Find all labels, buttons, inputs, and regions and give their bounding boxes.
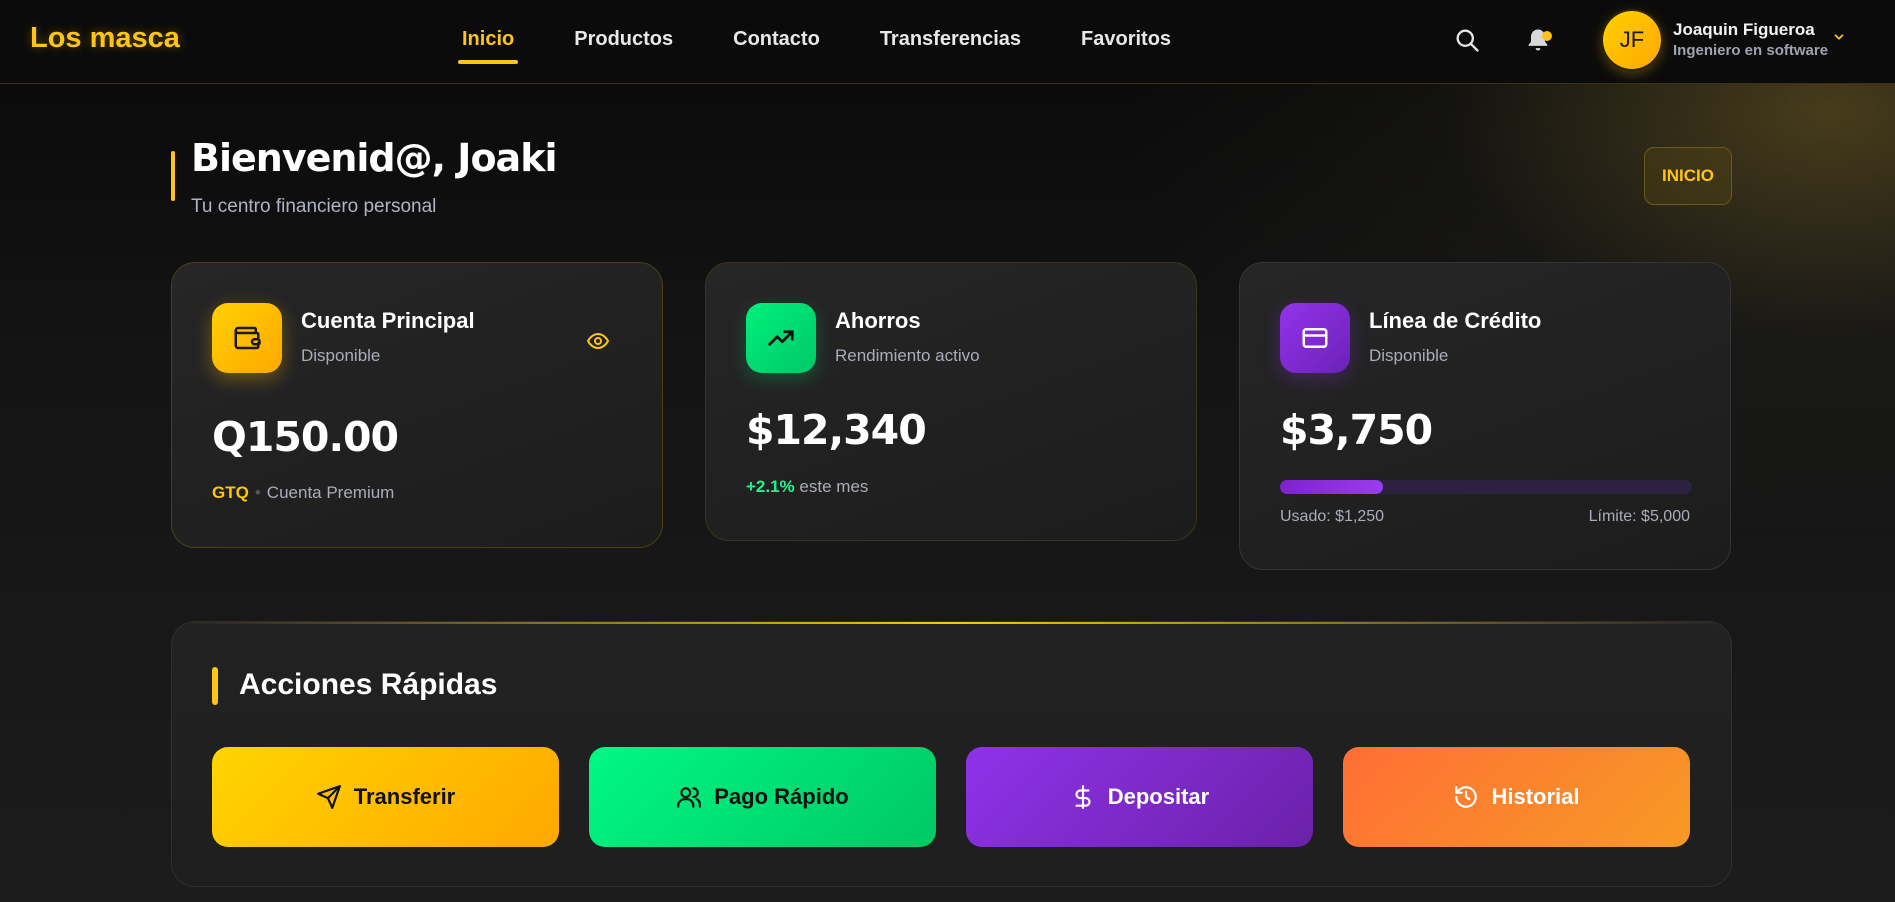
card-ahorros[interactable]: Ahorros Rendimiento activo $12,340 +2.1%… bbox=[705, 262, 1197, 541]
nav-links: Inicio Productos Contacto Transferencias… bbox=[450, 0, 1219, 84]
transfer-button[interactable]: Transferir bbox=[212, 747, 559, 847]
currency-code: GTQ bbox=[212, 483, 249, 502]
users-icon bbox=[677, 787, 702, 808]
credit-used-label: Usado: $1,250 bbox=[1280, 508, 1385, 525]
user-name: Joaquin Figueroa bbox=[1673, 20, 1815, 39]
card-title: Cuenta Principal bbox=[301, 308, 475, 333]
growth-row: +2.1% este mes bbox=[746, 477, 868, 497]
credit-progress-fill bbox=[1280, 480, 1383, 494]
trending-up-icon bbox=[746, 303, 816, 373]
send-icon bbox=[316, 785, 341, 809]
nav-link-contacto[interactable]: Contacto bbox=[721, 0, 832, 84]
card-title: Ahorros bbox=[835, 308, 921, 333]
chevron-down-icon[interactable] bbox=[1832, 30, 1846, 44]
top-navbar: Los masca Inicio Productos Contacto Tran… bbox=[0, 0, 1895, 84]
panel-top-accent bbox=[172, 622, 1731, 624]
wallet-icon bbox=[212, 303, 282, 373]
credit-card-icon bbox=[1280, 303, 1350, 373]
nav-link-productos[interactable]: Productos bbox=[562, 0, 685, 84]
eye-icon[interactable] bbox=[586, 329, 610, 353]
card-title: Línea de Crédito bbox=[1369, 308, 1542, 333]
credit-amount: $3,750 bbox=[1280, 406, 1433, 454]
card-cuenta-principal[interactable]: Cuenta Principal Disponible Q150.00 GTQ •… bbox=[171, 262, 663, 548]
card-linea-credito[interactable]: Línea de Crédito Disponible $3,750 Usado… bbox=[1239, 262, 1731, 570]
brand-logo[interactable]: Los masca bbox=[30, 22, 180, 55]
balance-amount: Q150.00 bbox=[212, 413, 399, 461]
deposit-button[interactable]: Depositar bbox=[966, 747, 1313, 847]
credit-progress-bar bbox=[1280, 480, 1692, 494]
notification-dot bbox=[1542, 31, 1552, 41]
card-subtitle: Disponible bbox=[1369, 346, 1449, 365]
section-title: Acciones Rápidas bbox=[239, 668, 498, 701]
user-role: Ingeniero en software bbox=[1673, 42, 1829, 59]
currency-row: GTQ • Cuenta Premium bbox=[212, 483, 395, 502]
history-button[interactable]: Historial bbox=[1343, 747, 1690, 847]
page-subtitle: Tu centro financiero personal bbox=[191, 196, 437, 217]
welcome-accent-bar bbox=[171, 151, 175, 201]
button-label: Pago Rápido bbox=[714, 784, 849, 809]
nav-link-transferencias[interactable]: Transferencias bbox=[868, 0, 1033, 84]
quick-actions-panel: Acciones Rápidas Transferir Pago Rápido … bbox=[171, 621, 1732, 887]
savings-amount: $12,340 bbox=[746, 406, 927, 454]
credit-limit-label: Límite: $5,000 bbox=[1588, 508, 1690, 525]
account-tier: Cuenta Premium bbox=[266, 483, 395, 502]
growth-percent: +2.1% bbox=[746, 477, 795, 496]
button-label: Historial bbox=[1491, 784, 1580, 809]
nav-link-inicio[interactable]: Inicio bbox=[450, 0, 526, 84]
card-subtitle: Disponible bbox=[301, 346, 381, 365]
nav-link-favoritos[interactable]: Favoritos bbox=[1069, 0, 1183, 84]
card-subtitle: Rendimiento activo bbox=[835, 346, 980, 365]
button-label: Depositar bbox=[1107, 784, 1210, 809]
button-label: Transferir bbox=[353, 784, 456, 809]
growth-suffix: este mes bbox=[799, 477, 869, 496]
search-icon[interactable] bbox=[1453, 26, 1481, 54]
page-title: Bienvenid@, Joaki bbox=[191, 136, 557, 180]
actions-accent-bar bbox=[212, 667, 218, 705]
section-badge: INICIO bbox=[1644, 147, 1732, 205]
history-icon bbox=[1455, 786, 1478, 808]
dollar-icon bbox=[1075, 785, 1091, 809]
quick-pay-button[interactable]: Pago Rápido bbox=[589, 747, 936, 847]
avatar[interactable]: JF bbox=[1603, 11, 1661, 69]
